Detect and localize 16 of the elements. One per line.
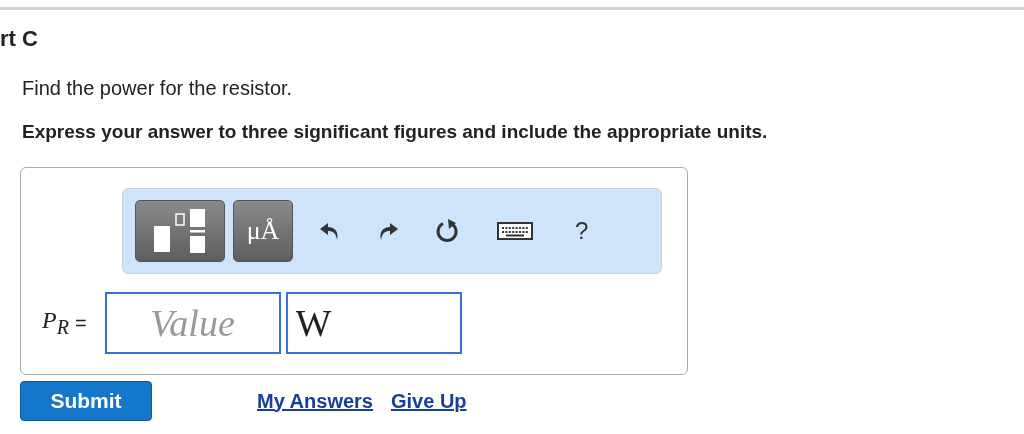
template-button[interactable] [135,200,225,262]
unit-field[interactable]: W [285,292,462,354]
instruction-text: Express your answer to three significant figures and include the appropriate units. [22,120,769,144]
part-heading: rt C [0,26,39,52]
reset-icon[interactable] [435,218,461,244]
units-button[interactable]: μÅ [233,200,293,262]
answer-link[interactable]: Give Up [390,389,467,413]
keyboard-icon[interactable] [497,222,533,240]
submit-button[interactable]: Submit [20,381,152,421]
help-button[interactable]: ? [575,217,589,245]
fraction-template-icon [153,208,207,254]
question-text: Find the power for the resistor. [22,76,294,100]
equals-sign: = [74,311,87,335]
answer-link[interactable]: My Answers [257,389,373,413]
value-field[interactable]: Value [104,292,281,354]
variable-label: P$_{R}$ [42,307,69,339]
